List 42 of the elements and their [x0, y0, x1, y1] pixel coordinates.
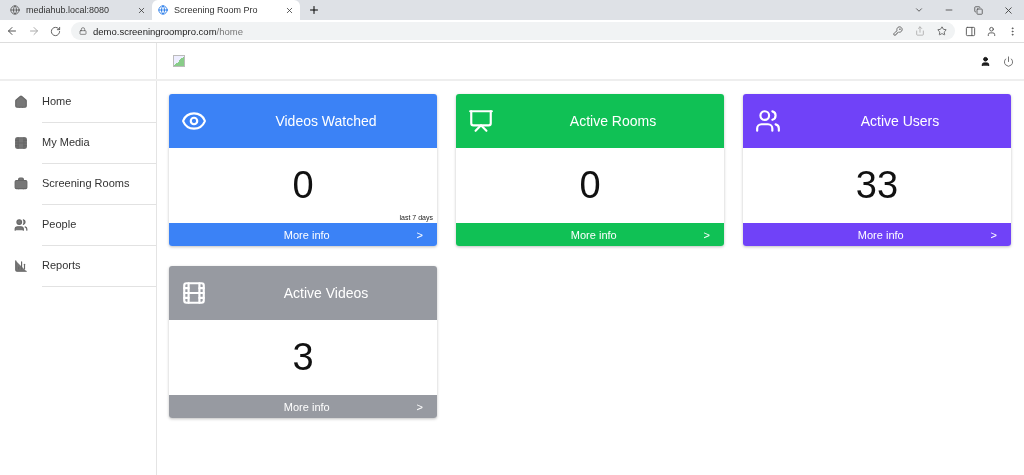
- card-title: Videos Watched: [274, 113, 378, 129]
- home-icon: [14, 94, 28, 109]
- more-info-link[interactable]: More info >: [169, 223, 437, 246]
- close-icon[interactable]: [137, 5, 146, 15]
- sidebar-item[interactable]: My Media: [42, 121, 156, 164]
- close-icon[interactable]: [1003, 4, 1014, 16]
- lock-icon: [79, 27, 87, 35]
- profile-icon[interactable]: [986, 25, 997, 37]
- people-icon: [14, 217, 28, 232]
- reload-icon[interactable]: [50, 25, 61, 37]
- broken-image-icon: [173, 55, 185, 67]
- stat-value: 3: [292, 336, 314, 379]
- more-info-link[interactable]: More info >: [743, 223, 1011, 246]
- stat-value: 33: [855, 164, 899, 207]
- new-tab-icon[interactable]: [308, 4, 320, 16]
- star-icon[interactable]: [937, 26, 947, 36]
- browser-tab[interactable]: mediahub.local:8080: [4, 0, 152, 20]
- sidebar-item[interactable]: People: [42, 203, 156, 246]
- key-icon[interactable]: [893, 26, 903, 36]
- globe-icon: [10, 5, 20, 15]
- close-icon[interactable]: [285, 5, 294, 15]
- sidebar-item[interactable]: Home: [42, 80, 156, 123]
- users-icon: [755, 108, 781, 134]
- address-field[interactable]: demo.screeningroompro.com/home: [71, 22, 955, 40]
- browser-tab[interactable]: Screening Room Pro: [152, 0, 300, 20]
- power-icon[interactable]: [1003, 55, 1014, 67]
- stat-value: 0: [292, 164, 314, 207]
- sidebar-item[interactable]: Reports: [42, 244, 156, 287]
- user-icon[interactable]: [980, 55, 991, 67]
- url-text: demo.screeningroompro.com/home: [93, 25, 243, 37]
- restore-icon[interactable]: [974, 5, 983, 15]
- card-title: Active Videos: [282, 285, 370, 301]
- card-title: Active Users: [859, 113, 941, 129]
- briefcase-icon: [14, 176, 28, 191]
- chevron-down-icon[interactable]: [914, 5, 924, 15]
- globe-icon: [158, 5, 168, 15]
- easel-icon: [468, 108, 494, 134]
- back-icon[interactable]: [6, 25, 18, 37]
- card-title: Active Rooms: [568, 113, 658, 129]
- sidebar-item[interactable]: Screening Rooms: [42, 162, 156, 205]
- stat-value: 0: [579, 164, 601, 207]
- side-panel-icon[interactable]: [965, 25, 976, 37]
